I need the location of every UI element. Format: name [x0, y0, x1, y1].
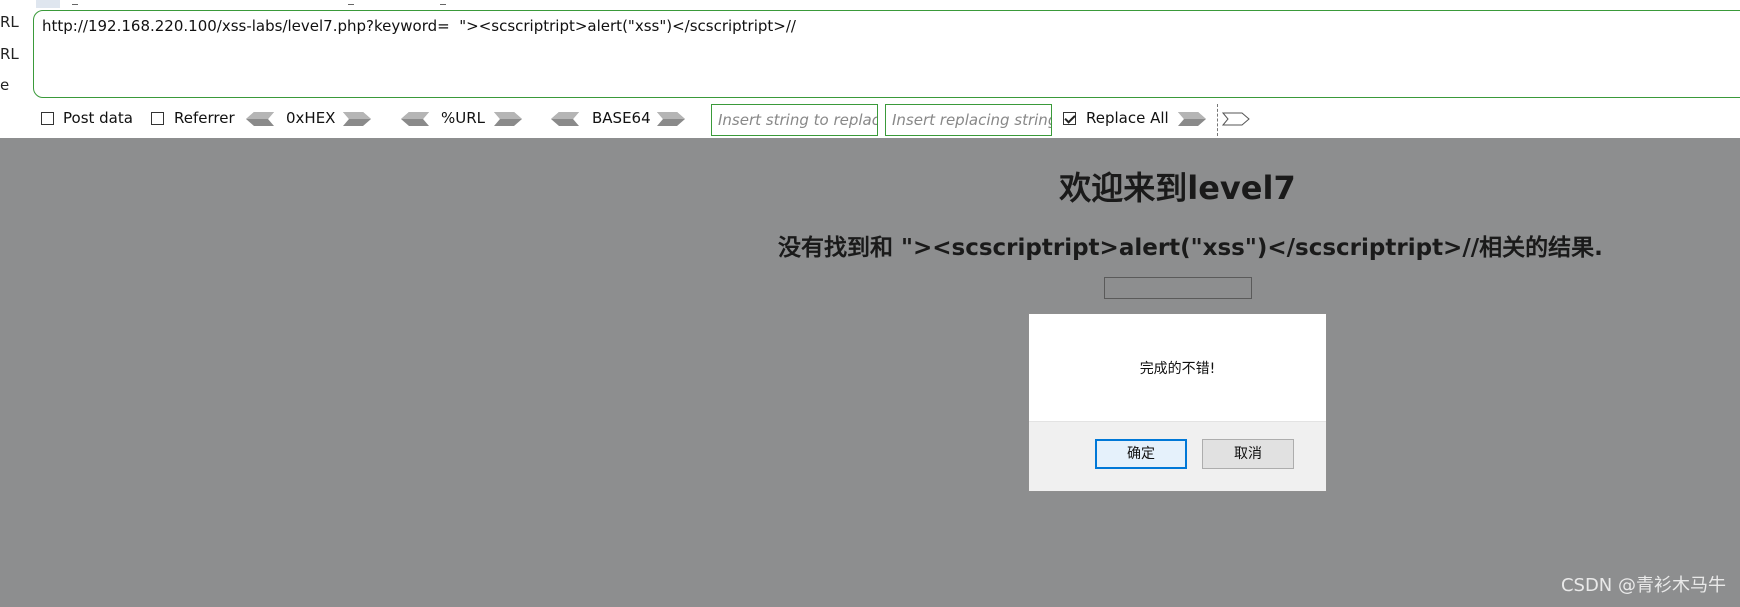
top-fragment-mark [72, 0, 78, 5]
top-fragment-mark [348, 0, 354, 5]
search-result-message: 没有找到和 "><scscriptript>alert("xss")</scsc… [778, 235, 1603, 261]
url-textarea[interactable]: http://192.168.220.100/xss-labs/level7.p… [33, 10, 1740, 98]
post-data-label[interactable]: Post data [63, 109, 133, 127]
arrow-left-icon[interactable] [401, 112, 429, 126]
arrow-right-outline-icon[interactable] [1222, 112, 1250, 126]
replace-from-input[interactable]: Insert string to replace [711, 104, 878, 136]
keyword-input[interactable] [1104, 277, 1252, 299]
arrow-right-icon[interactable] [1178, 112, 1206, 126]
cancel-button[interactable]: 取消 [1202, 439, 1294, 469]
dialog-footer: 确定 取消 [1029, 421, 1326, 491]
hex-label: 0xHEX [286, 109, 336, 127]
dialog-message: 完成的不错! [1139, 361, 1216, 377]
page-title: 欢迎来到level7 [1059, 169, 1296, 207]
replace-all-label[interactable]: Replace All [1086, 109, 1169, 127]
side-label-execute[interactable]: e [0, 76, 9, 94]
arrow-right-icon[interactable] [343, 112, 371, 126]
arrow-left-icon[interactable] [551, 112, 579, 126]
web-page: 欢迎来到level7 没有找到和 "><scscriptript>alert("… [0, 138, 1740, 607]
hackbar-panel: RL RL e http://192.168.220.100/xss-labs/… [0, 0, 1740, 138]
referrer-label[interactable]: Referrer [174, 109, 235, 127]
replace-to-input[interactable]: Insert replacing string [885, 104, 1052, 136]
top-fragment-mark [440, 0, 446, 5]
arrow-right-icon[interactable] [657, 112, 685, 126]
referrer-checkbox[interactable] [151, 112, 164, 125]
watermark: CSDN @青衫木马牛 [1560, 575, 1726, 596]
url-encode-label: %URL [441, 109, 486, 127]
url-text: http://192.168.220.100/xss-labs/level7.p… [42, 17, 796, 35]
post-data-checkbox[interactable] [41, 112, 54, 125]
side-label-split-url[interactable]: RL [0, 45, 19, 63]
alert-dialog: 完成的不错! 确定 取消 [1028, 313, 1327, 492]
base64-label: BASE64 [592, 109, 651, 127]
options-row: Post data Referrer 0xHEX %URL BASE64 Ins… [0, 104, 1740, 136]
side-label-load-url[interactable]: RL [0, 13, 19, 31]
tab-fragment [36, 0, 60, 8]
replace-all-checkbox[interactable] [1063, 112, 1076, 125]
separator [1217, 104, 1219, 136]
arrow-right-icon[interactable] [494, 112, 522, 126]
ok-button[interactable]: 确定 [1095, 439, 1187, 469]
arrow-left-icon[interactable] [246, 112, 274, 126]
